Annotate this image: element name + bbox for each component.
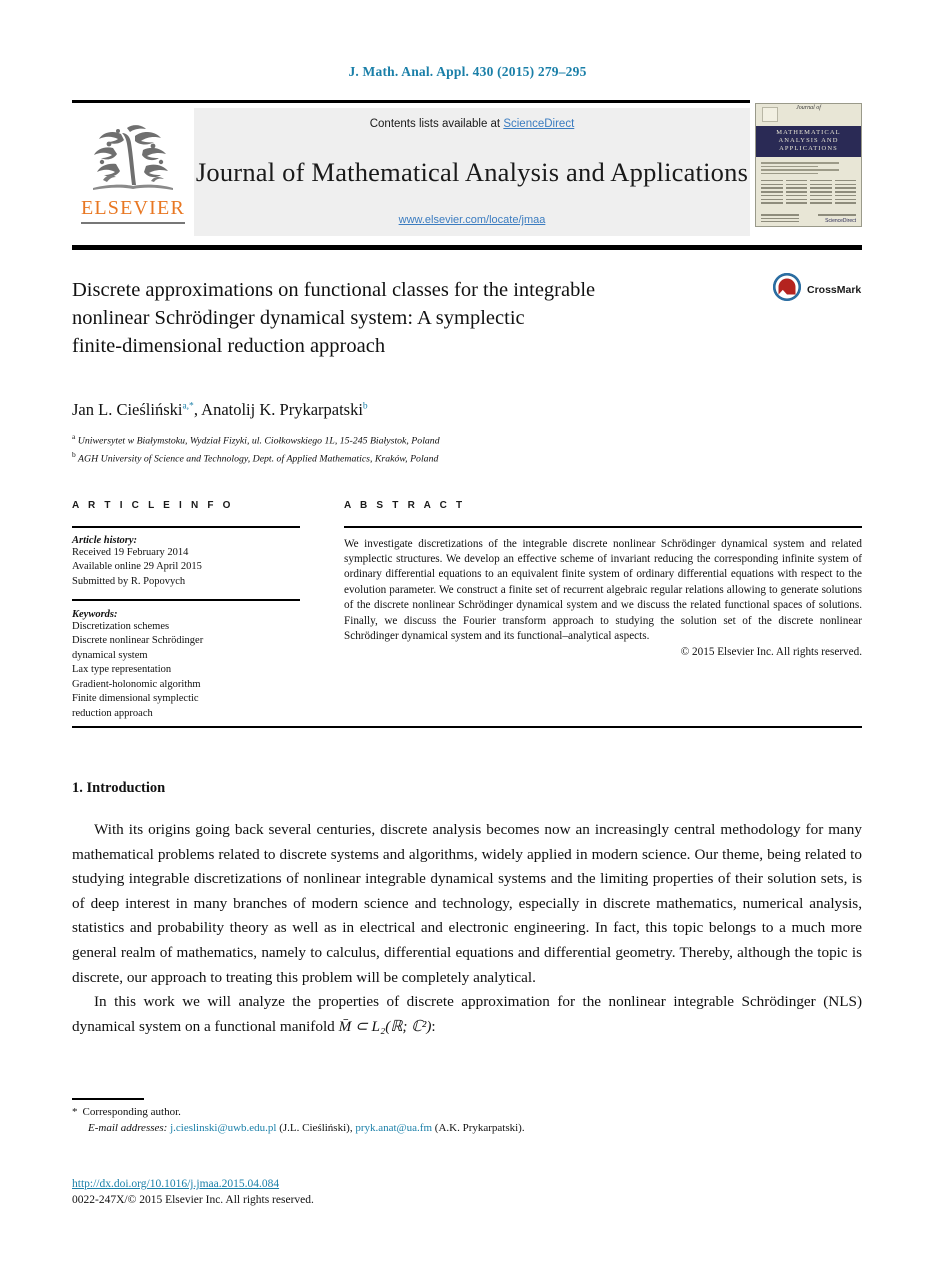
affiliation-list: a Uniwersytet w Białymstoku, Wydział Fiz… <box>72 430 792 466</box>
affiliation-marker-b: b <box>72 449 76 459</box>
article-info-column: A R T I C L E I N F O Article history: R… <box>72 500 300 721</box>
crossmark-badge[interactable]: CrossMark <box>772 272 861 307</box>
cover-band-line-1: MATHEMATICAL <box>776 129 841 136</box>
paper-page: J. Math. Anal. Appl. 430 (2015) 279–295 <box>0 0 935 1266</box>
article-info-heading: A R T I C L E I N F O <box>72 500 234 511</box>
abstract-body: We investigate discretizations of the in… <box>344 537 862 642</box>
issn-copyright-line: 0022-247X/© 2015 Elsevier Inc. All right… <box>72 1194 314 1206</box>
paragraph-2-math: M̄ ⊂ L₂(ℝ; ℂ²) <box>338 1017 432 1035</box>
keywords-heading: Keywords: <box>72 608 118 620</box>
cover-title-band: MATHEMATICAL ANALYSIS AND APPLICATIONS <box>756 126 861 157</box>
corresponding-text: Corresponding author. <box>82 1106 181 1118</box>
crossmark-label: CrossMark <box>807 283 862 296</box>
paragraph-1: With its origins going back several cent… <box>72 821 862 986</box>
corresponding-author-note: * Corresponding author. <box>72 1104 862 1120</box>
masthead-top-rule <box>72 100 750 103</box>
cover-band-line-2: ANALYSIS AND <box>778 137 839 144</box>
cover-sciencedirect-mark: ScienceDirect <box>825 217 856 224</box>
contents-prefix: Contents lists available at <box>369 118 504 130</box>
doi-block: http://dx.doi.org/10.1016/j.jmaa.2015.04… <box>72 1176 862 1208</box>
contents-available-line: Contents lists available at ScienceDirec… <box>370 118 575 130</box>
keyword-item: Gradient-holonomic algorithm <box>72 678 201 690</box>
elsevier-tree-icon <box>91 124 175 196</box>
journal-masthead: ELSEVIER Contents lists available at Sci… <box>72 100 750 236</box>
keyword-item: Lax type representation <box>72 664 172 675</box>
journal-title: Journal of Mathematical Analysis and App… <box>195 156 749 187</box>
title-line-1: Discrete approximations on functional cl… <box>72 279 596 301</box>
elsevier-logo: ELSEVIER <box>72 108 194 236</box>
authors-text: Jan L. Cieślińskia,*, Anatolij K. Prykar… <box>72 400 368 419</box>
abstract-block-bottom-rule <box>72 726 862 728</box>
email-label: E-mail addresses: <box>88 1122 168 1134</box>
abstract-copyright: © 2015 Elsevier Inc. All rights reserved… <box>680 646 862 659</box>
article-history-heading: Article history: <box>72 534 138 546</box>
journal-cover-thumbnail[interactable]: Journal of MATHEMATICAL ANALYSIS AND APP… <box>755 103 862 227</box>
history-available-online: Available online 29 April 2015 <box>72 561 202 572</box>
title-block: Discrete approximations on functional cl… <box>72 276 732 360</box>
doi-link[interactable]: http://dx.doi.org/10.1016/j.jmaa.2015.04… <box>72 1178 279 1190</box>
author-list: Jan L. Cieślińskia,*, Anatolij K. Prykar… <box>72 400 772 420</box>
affiliation-a: a Uniwersytet w Białymstoku, Wydział Fiz… <box>72 430 792 448</box>
page-title: Discrete approximations on functional cl… <box>72 276 732 360</box>
email-owner-2: (A.K. Prykarpatski) <box>434 1122 522 1134</box>
email-link-1[interactable]: j.cieslinski@uwb.edu.pl <box>170 1122 276 1134</box>
elsevier-underline <box>81 222 185 224</box>
affiliation-text-b: AGH University of Science and Technology… <box>78 453 439 465</box>
corresponding-marker: * <box>72 1106 78 1118</box>
section-heading-introduction: 1. Introduction <box>72 780 166 796</box>
cover-top: Journal of <box>756 104 861 126</box>
cover-body <box>756 157 861 209</box>
history-submitted-by: Submitted by R. Popovych <box>72 575 186 587</box>
cover-band-line-3: APPLICATIONS <box>779 145 838 152</box>
keywords-rule <box>72 599 300 601</box>
title-line-2: nonlinear Schrödinger dynamical system: … <box>72 307 525 329</box>
email-period: . <box>521 1122 525 1134</box>
abstract-column: A B S T R A C T We investigate discretiz… <box>344 500 862 658</box>
paragraph-2-pre: In this work we will analyze the propert… <box>72 993 862 1035</box>
cover-elsevier-mark-icon <box>762 107 778 122</box>
affiliation-text-a: Uniwersytet w Białymstoku, Wydział Fizyk… <box>77 435 440 447</box>
journal-homepage-link[interactable]: www.elsevier.com/locate/jmaa <box>399 214 546 226</box>
history-received: Received 19 February 2014 <box>72 546 189 558</box>
keyword-item: dynamical system <box>72 649 148 661</box>
abstract-heading: A B S T R A C T <box>344 500 466 511</box>
sciencedirect-link[interactable]: ScienceDirect <box>503 118 574 130</box>
email-owner-1: (J.L. Cieśliński) <box>279 1122 350 1134</box>
affiliation-b: b AGH University of Science and Technolo… <box>72 448 792 466</box>
footnote-block: * Corresponding author. E-mail addresses:… <box>72 1104 862 1136</box>
email-separator: , <box>349 1122 353 1134</box>
running-head: J. Math. Anal. Appl. 430 (2015) 279–295 <box>348 64 587 79</box>
crossmark-icon <box>772 272 802 307</box>
elsevier-wordmark: ELSEVIER <box>80 197 186 220</box>
keyword-item: Discretization schemes <box>72 620 170 632</box>
paragraph-2-post: : <box>431 1017 436 1035</box>
keyword-item: Discrete nonlinear Schrödinger <box>72 635 204 646</box>
section-body: With its origins going back several cent… <box>72 818 862 1039</box>
abstract-rule <box>344 526 862 528</box>
article-info-rule <box>72 526 300 528</box>
masthead-center: Contents lists available at ScienceDirec… <box>194 108 750 236</box>
affiliation-marker-a: a <box>72 432 76 441</box>
masthead-bottom-rule <box>72 245 862 250</box>
footnote-rule <box>72 1098 144 1100</box>
email-link-2[interactable]: pryk.anat@ua.fm <box>355 1122 432 1134</box>
cover-footer: ScienceDirect <box>756 209 861 224</box>
email-note: E-mail addresses: j.cieslinski@uwb.edu.p… <box>72 1120 862 1136</box>
keyword-item: reduction approach <box>72 707 153 719</box>
paragraph-2: In this work we will analyze the propert… <box>72 990 862 1039</box>
keyword-item: Finite dimensional symplectic <box>72 693 199 704</box>
title-line-3: finite-dimensional reduction approach <box>72 335 386 357</box>
